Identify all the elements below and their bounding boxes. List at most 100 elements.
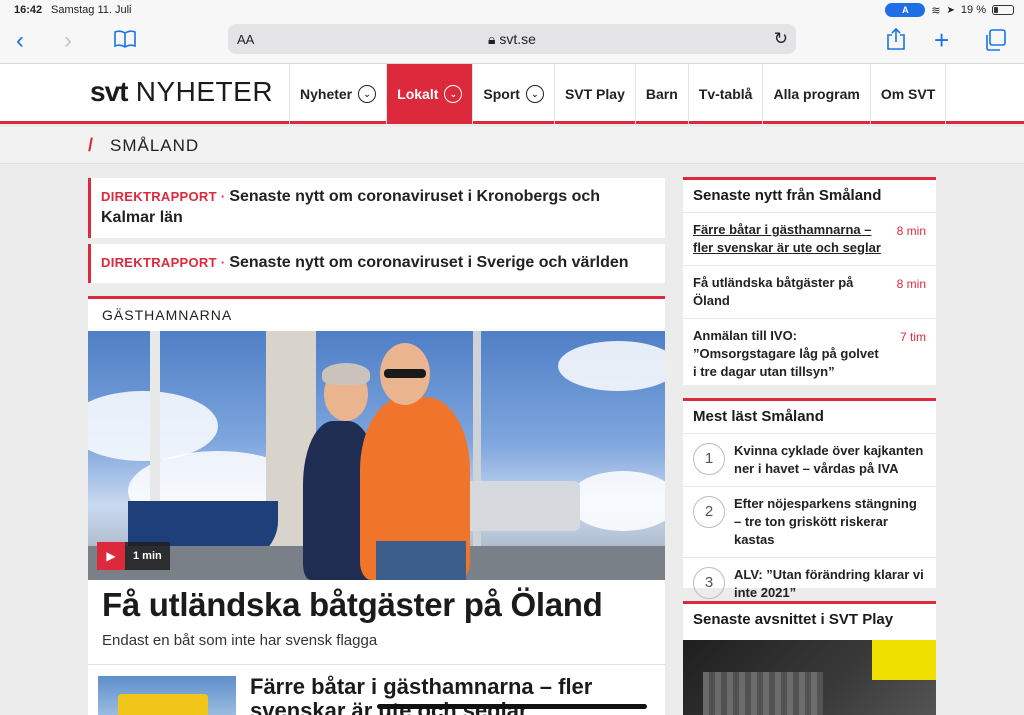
nav-label: Om SVT xyxy=(880,86,936,102)
hair xyxy=(322,363,370,385)
list-item[interactable]: 2 Efter nöjesparkens stängning – tre ton … xyxy=(683,487,936,558)
url-domain: 🔒︎ svt.se xyxy=(228,31,796,48)
nav-item-svt-play[interactable]: SVT Play xyxy=(553,64,635,124)
nav-label: Lokalt xyxy=(397,86,439,102)
play-icon[interactable]: ▶ xyxy=(97,542,125,570)
episode-thumbnail[interactable] xyxy=(683,640,936,715)
site-header: svt NYHETER Nyheter ⌄ Lokalt ⌄ Sport ⌄ SVT … xyxy=(0,64,1024,124)
direktrapport-tag: DIREKTRAPPORT xyxy=(101,255,217,270)
main-nav: Nyheter ⌄ Lokalt ⌄ Sport ⌄ SVT Play Barn Tv… xyxy=(289,64,947,124)
back-icon[interactable]: ‹ xyxy=(16,29,24,53)
most-read-text: Kvinna cyklade över kajkanten ner i have… xyxy=(734,443,924,476)
most-read-panel: Mest läst Småland 1 Kvinna cyklade över k… xyxy=(683,398,936,600)
panel-title: Mest läst Småland xyxy=(683,401,936,434)
list-item[interactable]: Anmälan till IVO: ”Omsorgstagare låg på … xyxy=(683,319,936,389)
svt-play-panel: Senaste avsnittet i SVT Play xyxy=(683,601,936,715)
most-read-text: ALV: ”Utan förändring klarar vi inte 202… xyxy=(734,567,924,600)
article-thumbnail[interactable] xyxy=(98,676,236,715)
svt-nyheter-logo[interactable]: svt NYHETER xyxy=(90,76,273,108)
article-headline[interactable]: Få utländska båtgäster på Öland xyxy=(102,586,603,624)
nav-item-nyheter[interactable]: Nyheter ⌄ xyxy=(289,64,386,124)
divider xyxy=(88,664,665,665)
region-name[interactable]: SMÅLAND xyxy=(110,136,199,156)
wifi-icon: ≋ xyxy=(931,4,941,17)
direktrapport-link[interactable]: DIREKTRAPPORT · Senaste nytt om coronavi… xyxy=(88,244,665,283)
news-text: Få utländska båtgäster på Öland xyxy=(693,275,854,308)
news-time: 8 min xyxy=(896,224,926,238)
news-time: 8 min xyxy=(896,277,926,291)
nav-item-tv-tabla[interactable]: Tv-tablå xyxy=(687,64,763,124)
direktrapport-tag: DIREKTRAPPORT xyxy=(101,189,217,204)
share-icon[interactable] xyxy=(886,27,906,54)
address-bar[interactable]: AA 🔒︎ svt.se ↻ xyxy=(228,24,796,54)
status-time: 16:42 xyxy=(14,4,43,16)
new-tab-icon[interactable]: + xyxy=(934,27,949,53)
status-bar: 16:42 Samstag 11. Juli A ≋ ➤ 19 % xyxy=(0,0,1024,20)
article-image[interactable]: ▶ 1 min xyxy=(88,331,665,580)
logo-svt: svt xyxy=(90,76,128,107)
latest-news-panel: Senaste nytt från Småland Färre båtar i … xyxy=(683,177,936,385)
tag-separator: · xyxy=(216,255,230,270)
nav-label: Barn xyxy=(645,86,678,102)
nav-label: Tv-tablå xyxy=(698,86,753,102)
battery-icon xyxy=(992,5,1014,15)
boat xyxy=(118,694,208,715)
nav-label: SVT Play xyxy=(564,86,625,102)
list-item[interactable]: 1 Kvinna cyklade över kajkanten ner i hav… xyxy=(683,434,936,487)
panel-title: Senaste avsnittet i SVT Play xyxy=(693,611,894,628)
bookmarks-icon[interactable] xyxy=(114,30,136,52)
list-item[interactable]: Få utländska båtgäster på Öland 8 min xyxy=(683,266,936,319)
news-text: Färre båtar i gästhamnarna – fler svensk… xyxy=(693,222,881,255)
chevron-down-icon[interactable]: ⌄ xyxy=(358,85,377,103)
rank-number: 1 xyxy=(693,443,725,475)
article-lead: Endast en båt som inte har svensk flagga xyxy=(102,632,378,649)
assistive-pill: A xyxy=(885,3,926,17)
region-bar: / SMÅLAND xyxy=(0,127,1024,164)
logo-nyheter: NYHETER xyxy=(135,76,274,107)
list-item[interactable]: Färre båtar i gästhamnarna – fler svensk… xyxy=(683,213,936,266)
status-right: A ≋ ➤ 19 % xyxy=(885,3,1014,17)
news-text: Anmälan till IVO: ”Omsorgstagare låg på … xyxy=(693,328,879,379)
chevron-down-icon[interactable]: ⌄ xyxy=(444,85,463,103)
thumbnail-shape xyxy=(872,640,936,680)
nav-item-alla-program[interactable]: Alla program xyxy=(762,64,869,124)
nav-item-barn[interactable]: Barn xyxy=(634,64,688,124)
related-article-headline[interactable]: Färre båtar i gästhamnarna – fler svensk… xyxy=(250,675,650,715)
nav-label: Nyheter xyxy=(300,86,353,102)
sunglasses xyxy=(384,369,426,378)
panel-title: Senaste nytt från Småland xyxy=(683,180,936,213)
region-slash: / xyxy=(88,135,94,155)
cloud xyxy=(568,471,665,531)
mast xyxy=(473,331,481,580)
browser-toolbar: ‹ › AA 🔒︎ svt.se ↻ + xyxy=(0,20,1024,64)
thumbnail-shape xyxy=(703,672,823,715)
home-indicator xyxy=(377,704,647,709)
sail-cover xyxy=(460,481,580,531)
forward-icon[interactable]: › xyxy=(64,29,72,53)
cloud xyxy=(558,341,665,391)
battery-percent: 19 % xyxy=(960,4,986,16)
nav-label: Sport xyxy=(483,86,520,102)
reload-icon[interactable]: ↻ xyxy=(774,29,788,49)
chevron-down-icon[interactable]: ⌄ xyxy=(525,85,544,103)
url-domain-text: svt.se xyxy=(499,31,536,47)
direktrapport-link[interactable]: DIREKTRAPPORT · Senaste nytt om coronavi… xyxy=(88,178,665,238)
feature-article[interactable]: GÄSTHAMNARNA ▶ 1 min Få utländska båtgäs… xyxy=(88,296,665,715)
nav-item-om-svt[interactable]: Om SVT xyxy=(869,64,947,124)
article-kicker: GÄSTHAMNARNA xyxy=(102,307,233,323)
video-badge[interactable]: ▶ 1 min xyxy=(97,542,170,570)
rank-number: 3 xyxy=(693,567,725,599)
lock-icon: 🔒︎ xyxy=(488,31,500,47)
tabs-icon[interactable] xyxy=(984,29,1006,55)
tag-separator: · xyxy=(216,189,230,204)
location-icon: ➤ xyxy=(946,4,955,16)
nav-item-lokalt[interactable]: Lokalt ⌄ xyxy=(386,64,473,124)
direktrapport-text: Senaste nytt om coronaviruset i Sverige … xyxy=(229,254,629,271)
nav-item-sport[interactable]: Sport ⌄ xyxy=(472,64,554,124)
most-read-text: Efter nöjesparkens stängning – tre ton g… xyxy=(734,496,917,547)
rank-number: 2 xyxy=(693,496,725,528)
jeans xyxy=(376,541,466,580)
video-duration: 1 min xyxy=(125,542,170,570)
status-date: Samstag 11. Juli xyxy=(51,4,132,16)
nav-label: Alla program xyxy=(773,86,860,102)
